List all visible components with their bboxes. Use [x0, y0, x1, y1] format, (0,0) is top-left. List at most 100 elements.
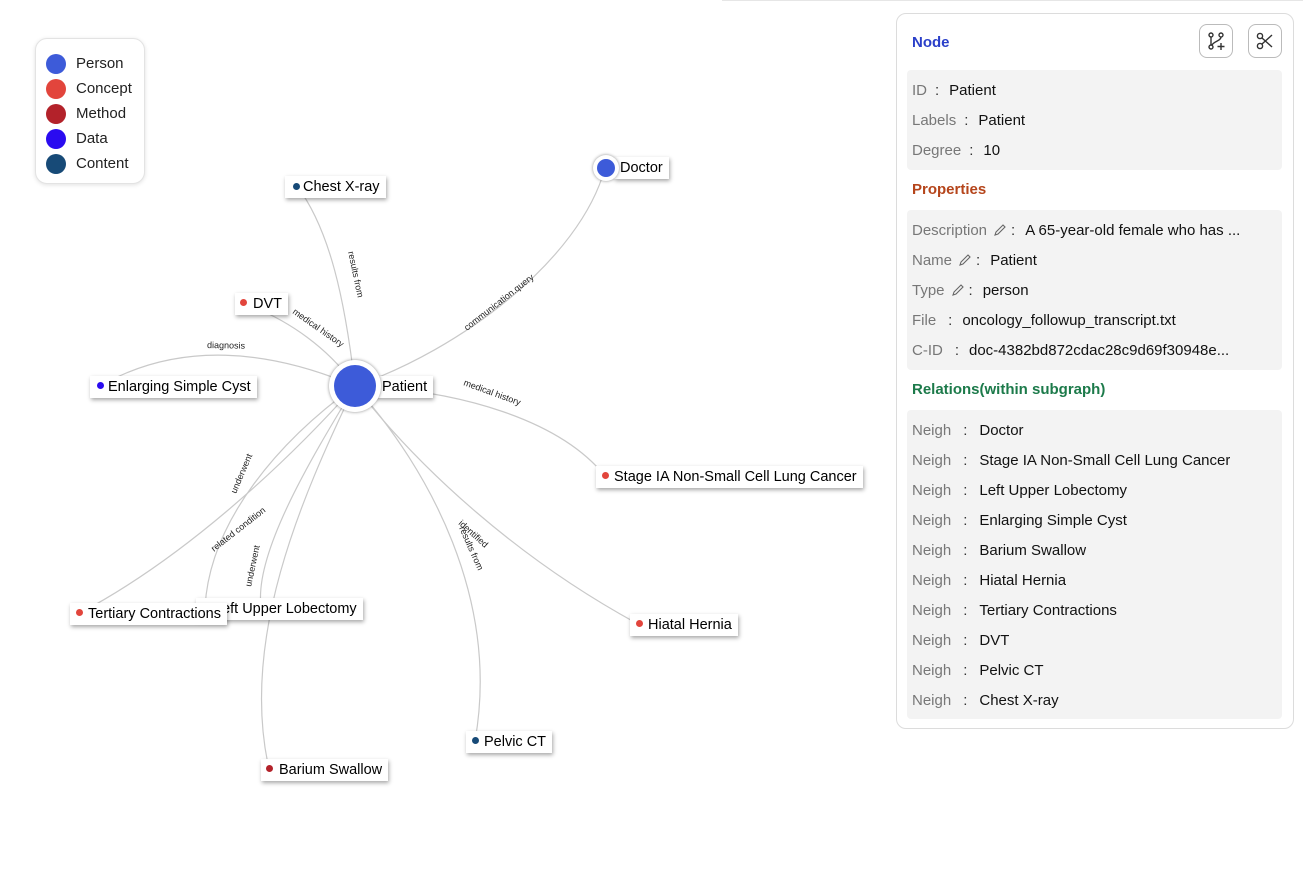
field-key: ID — [912, 81, 927, 99]
field-sep: : — [948, 311, 953, 329]
field-sep: : — [963, 601, 968, 619]
relation-item[interactable]: Neigh : Enlarging Simple Cyst — [907, 505, 1282, 535]
field-value: DVT — [979, 631, 1010, 649]
edge-chest-xray[interactable] — [296, 185, 356, 387]
node-enlarging-simple-cyst[interactable]: Enlarging Simple Cyst — [90, 376, 257, 398]
properties-section-title: Properties — [912, 181, 987, 198]
relation-item[interactable]: Neigh : Barium Swallow — [907, 535, 1282, 565]
node-label-text: Stage IA Non-Small Cell Lung Cancer — [614, 469, 857, 485]
edge-doctor[interactable] — [354, 167, 606, 387]
field-key: Type — [912, 281, 945, 299]
branch-plus-icon — [1208, 32, 1225, 50]
node-chest-xray[interactable]: Chest X-ray — [285, 176, 386, 198]
field-key: Labels — [912, 111, 957, 129]
relation-item[interactable]: Neigh : Left Upper Lobectomy — [907, 475, 1282, 505]
field-key: Name — [912, 251, 953, 269]
expand-node-button[interactable] — [1199, 24, 1233, 58]
legend-dot-data — [46, 128, 66, 149]
field-sep: : — [963, 691, 968, 709]
relation-item[interactable]: Neigh : Stage IA Non-Small Cell Lung Can… — [907, 445, 1282, 475]
field-value: Tertiary Contractions — [979, 601, 1117, 619]
node-section-title: Node — [912, 34, 950, 51]
field-sep: : — [963, 541, 968, 559]
node-nsclc[interactable]: Stage IA Non-Small Cell Lung Cancer — [596, 466, 863, 488]
field-value: Stage IA Non-Small Cell Lung Cancer — [979, 451, 1231, 469]
node-detail-panel: Node ID : Patient Labels : Patient Degre — [896, 13, 1294, 729]
relation-item[interactable]: Neigh : Hiatal Hernia — [907, 565, 1282, 595]
field-key: Neigh — [912, 511, 952, 529]
legend-item-concept: Concept — [46, 76, 144, 101]
field-sep: : — [969, 141, 974, 159]
node-core-doctor — [597, 159, 615, 177]
property-fields: Description : A 65-year-old female who h… — [907, 210, 1282, 370]
edge-label-medical-history-2: medical history — [462, 377, 522, 407]
property-description: Description : A 65-year-old female who h… — [907, 215, 1282, 245]
node-circle-doctor[interactable] — [593, 155, 619, 181]
node-patient[interactable]: Patient — [376, 376, 434, 398]
field-value: Chest X-ray — [979, 691, 1059, 709]
property-file: File : oncology_followup_transcript.txt — [907, 305, 1282, 335]
relation-list: Neigh : Doctor Neigh : Stage IA Non-Smal… — [907, 410, 1282, 719]
relation-item[interactable]: Neigh : Tertiary Contractions — [907, 595, 1282, 625]
field-key: Description — [912, 221, 988, 239]
node-dot-tertiary-contractions[interactable] — [76, 609, 83, 616]
legend-label: Data — [76, 130, 108, 147]
pencil-icon[interactable] — [951, 283, 965, 297]
field-value: Patient — [978, 111, 1026, 129]
node-tertiary-contractions[interactable]: Tertiary Contractions — [70, 603, 227, 625]
edge-pelvic-ct[interactable] — [354, 385, 481, 742]
field-value: Pelvic CT — [979, 661, 1044, 679]
edge-label-diagnosis: diagnosis — [207, 340, 246, 351]
field-value: Left Upper Lobectomy — [979, 481, 1127, 499]
prune-node-button[interactable] — [1248, 24, 1282, 58]
field-value: Patient — [990, 251, 1037, 269]
relation-item[interactable]: Neigh : Pelvic CT — [907, 655, 1282, 685]
field-sep: : — [963, 661, 968, 679]
node-doctor[interactable]: Doctor — [614, 157, 669, 179]
field-key: Neigh — [912, 451, 952, 469]
edge-hernia[interactable] — [354, 385, 639, 625]
node-barium-swallow[interactable]: Barium Swallow — [261, 759, 389, 781]
relation-item[interactable]: Neigh : DVT — [907, 625, 1282, 655]
property-type: Type : person — [907, 275, 1282, 305]
node-field-id: ID : Patient — [907, 75, 1282, 105]
legend-item-method: Method — [46, 101, 144, 126]
graph-canvas[interactable]: results from medical history communicati… — [0, 0, 895, 872]
field-sep: : — [963, 571, 968, 589]
pencil-icon[interactable] — [958, 253, 972, 267]
legend-label: Person — [76, 55, 124, 72]
field-value: doc-4382bd872cdac28c9d69f30948e... — [969, 341, 1230, 359]
node-label-text: Hiatal Hernia — [648, 617, 732, 633]
field-key: Neigh — [912, 661, 952, 679]
legend-dot-person — [46, 53, 66, 74]
relation-item[interactable]: Neigh : Chest X-ray — [907, 685, 1282, 715]
edge-barium[interactable] — [260, 385, 356, 770]
relation-item[interactable]: Neigh : Doctor — [907, 415, 1282, 445]
node-dot-pelvic-ct[interactable] — [472, 737, 479, 744]
node-circle-patient[interactable] — [329, 360, 381, 412]
property-cid: C-ID : doc-4382bd872cdac28c9d69f30948e..… — [907, 335, 1282, 365]
node-dot-chest-xray[interactable] — [293, 183, 300, 190]
node-dot-enlarging-simple-cyst[interactable] — [97, 382, 104, 389]
edge-lobectomy[interactable] — [260, 385, 356, 613]
field-key: Neigh — [912, 571, 952, 589]
edge-tertiary-2[interactable] — [79, 385, 356, 614]
pencil-icon[interactable] — [993, 223, 1007, 237]
field-key: Neigh — [912, 601, 952, 619]
field-value: 10 — [983, 141, 1001, 159]
node-pelvic-ct[interactable]: Pelvic CT — [466, 731, 553, 753]
node-field-degree: Degree : 10 — [907, 135, 1282, 165]
field-sep: : — [1011, 221, 1016, 239]
legend-dot-method — [46, 103, 66, 124]
node-core-patient — [334, 365, 376, 407]
field-key: Neigh — [912, 631, 952, 649]
node-dot-hiatal-hernia[interactable] — [636, 620, 643, 627]
field-key: Degree — [912, 141, 962, 159]
node-dot-barium-swallow[interactable] — [266, 765, 273, 772]
node-dot-dvt[interactable] — [240, 299, 247, 306]
node-dot-nsclc[interactable] — [602, 472, 609, 479]
node-label-text: Left Upper Lobectomy — [214, 601, 357, 617]
node-label-text: Doctor — [620, 160, 663, 176]
field-value: Enlarging Simple Cyst — [979, 511, 1127, 529]
node-hiatal-hernia[interactable]: Hiatal Hernia — [630, 614, 738, 636]
